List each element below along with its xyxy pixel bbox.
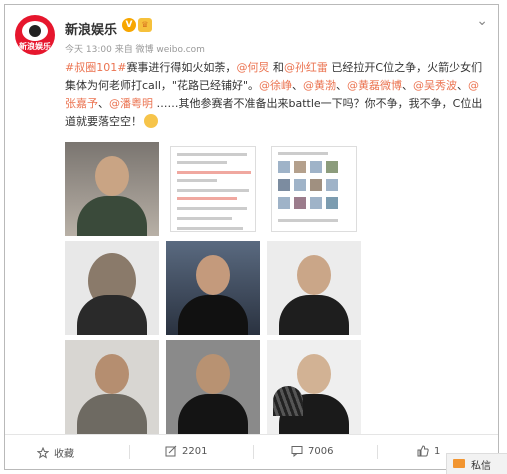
mention-link[interactable]: @吴秀波	[413, 79, 457, 92]
post-toolbar: 收藏 2201 7006 1	[5, 434, 498, 469]
post-text-segment: 、	[402, 79, 414, 92]
divider	[129, 445, 130, 459]
post-text-segment: 和	[269, 61, 284, 74]
favorite-label: 收藏	[54, 449, 74, 460]
favorite-button[interactable]: 收藏	[37, 445, 74, 460]
mention-link[interactable]: @黄磊微博	[347, 79, 402, 92]
post-text-segment: 、	[292, 79, 304, 92]
comment-icon	[291, 446, 303, 457]
mention-link[interactable]: @徐峥	[259, 79, 292, 92]
post-text: #叔圈101#赛事进行得如火如荼，@何炅 和@孙红雷 已经拉开C位之争，火箭少女…	[65, 59, 485, 131]
photo-6[interactable]	[267, 241, 361, 335]
photo-3[interactable]	[267, 142, 361, 236]
smile-emoji-icon	[144, 114, 158, 128]
photo-2[interactable]	[166, 142, 260, 236]
mention-link[interactable]: @黄渤	[303, 79, 336, 92]
divider	[253, 445, 254, 459]
photo-7[interactable]	[65, 340, 159, 434]
divider	[377, 445, 378, 459]
folding-fan	[273, 386, 303, 416]
repost-button[interactable]: 2201	[165, 445, 207, 457]
photo-4[interactable]	[65, 241, 159, 335]
post-text-segment: 、	[457, 79, 469, 92]
photo-5[interactable]	[166, 241, 260, 335]
comment-count: 7006	[308, 445, 334, 457]
account-avatar[interactable]: 新浪娱乐	[15, 15, 55, 55]
avatar-brand-text: 新浪娱乐	[19, 42, 51, 51]
post-meta: 今天 13:00 来自 微博 weibo.com	[65, 42, 205, 55]
like-count: 1	[434, 445, 441, 457]
photo-9[interactable]	[267, 340, 361, 434]
post-text-segment: 赛事进行得如火如荼，	[126, 61, 237, 74]
photo-8[interactable]	[166, 340, 260, 434]
mention-link[interactable]: @何炅	[236, 61, 269, 74]
weibo-post-card: 新浪娱乐 新浪娱乐 V ♕ ⌄ 今天 13:00 来自 微博 weibo.com…	[4, 4, 499, 470]
comment-button[interactable]: 7006	[291, 445, 333, 457]
hashtag-link[interactable]: #叔圈101#	[65, 61, 126, 74]
post-source[interactable]: 来自 微博 weibo.com	[115, 45, 205, 55]
vip-badge-icon: ♕	[138, 18, 152, 32]
image-grid	[65, 142, 361, 434]
verified-badge-icon: V	[122, 18, 136, 32]
photo-1[interactable]	[65, 142, 159, 236]
post-text-segment: 、	[98, 97, 109, 110]
post-timestamp[interactable]: 今天 13:00	[65, 45, 112, 55]
thumbs-up-icon	[417, 445, 429, 457]
weibo-eye-pupil	[29, 25, 41, 37]
star-icon	[37, 446, 49, 459]
account-name[interactable]: 新浪娱乐	[65, 19, 117, 38]
private-message-label: 私信	[471, 461, 491, 472]
private-message-button[interactable]: 私信	[446, 453, 507, 474]
mention-link[interactable]: @潘粤明	[109, 97, 153, 110]
post-text-segment: 、	[336, 79, 348, 92]
like-button[interactable]: 1	[417, 445, 440, 457]
mention-link[interactable]: @孙红雷	[284, 61, 328, 74]
chevron-down-icon[interactable]: ⌄	[476, 13, 488, 29]
repost-icon	[165, 445, 177, 457]
mail-icon	[453, 459, 465, 468]
repost-count: 2201	[182, 445, 208, 457]
